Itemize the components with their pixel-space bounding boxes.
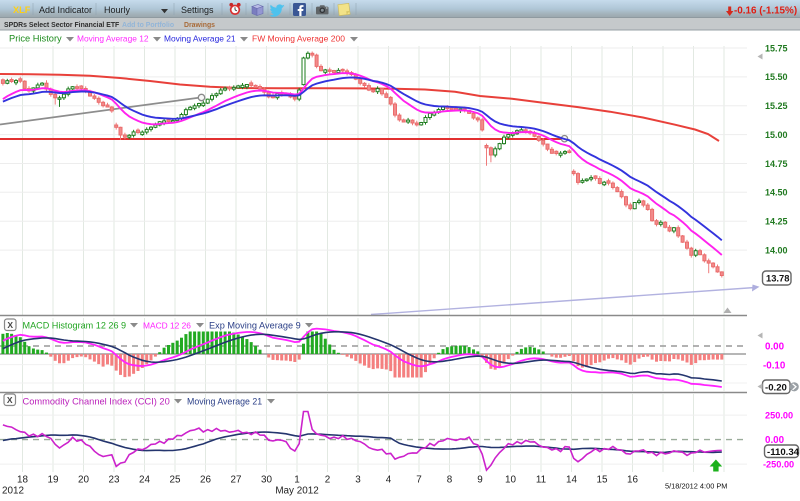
svg-text:-0.16 (-1.15%): -0.16 (-1.15%) <box>734 5 797 16</box>
svg-text:SPDRs Select Sector Financial: SPDRs Select Sector Financial ETF <box>4 22 119 29</box>
svg-text:26: 26 <box>200 475 211 486</box>
svg-text:FW Moving Average 200: FW Moving Average 200 <box>252 34 345 44</box>
svg-text:-250.00: -250.00 <box>763 459 794 469</box>
svg-text:7: 7 <box>416 475 422 486</box>
svg-text:Settings: Settings <box>181 5 214 15</box>
svg-text:10: 10 <box>505 475 516 486</box>
svg-text:14.50: 14.50 <box>765 188 788 198</box>
svg-text:15: 15 <box>597 475 608 486</box>
svg-text:X: X <box>7 395 13 405</box>
svg-text:Moving Average 21: Moving Average 21 <box>187 397 262 407</box>
svg-text:-110.34: -110.34 <box>767 447 800 458</box>
svg-text:Commodity Channel Index (CCI): Commodity Channel Index (CCI) 20 <box>23 397 170 407</box>
svg-text:Add to Portfolio: Add to Portfolio <box>122 22 174 29</box>
svg-text:X: X <box>7 320 13 330</box>
svg-text:250.00: 250.00 <box>765 410 793 420</box>
svg-text:27: 27 <box>231 475 242 486</box>
svg-text:14.00: 14.00 <box>765 245 788 255</box>
svg-text:24: 24 <box>139 475 150 486</box>
svg-text:Add Indicator: Add Indicator <box>39 5 92 15</box>
svg-text:15.00: 15.00 <box>765 130 788 140</box>
svg-text:15.75: 15.75 <box>765 43 788 53</box>
svg-text:Moving Average 12: Moving Average 12 <box>77 34 149 44</box>
svg-text:8: 8 <box>447 475 453 486</box>
svg-text:0.00: 0.00 <box>765 341 785 352</box>
svg-text:Price History: Price History <box>9 34 62 44</box>
svg-text:MACD 12 26: MACD 12 26 <box>143 321 191 331</box>
svg-text:15.50: 15.50 <box>765 72 788 82</box>
svg-text:5/18/2012 4:00 PM: 5/18/2012 4:00 PM <box>665 481 727 490</box>
svg-text:18: 18 <box>17 475 28 486</box>
svg-text:25: 25 <box>170 475 181 486</box>
svg-text:Exp Moving Average 9: Exp Moving Average 9 <box>209 321 301 331</box>
svg-text:-0.10: -0.10 <box>763 360 786 371</box>
svg-text:15.25: 15.25 <box>765 101 788 111</box>
svg-text:Hourly: Hourly <box>104 5 131 15</box>
svg-text:1: 1 <box>294 475 300 486</box>
svg-text:14.75: 14.75 <box>765 159 788 169</box>
svg-text:4: 4 <box>386 475 392 486</box>
svg-text:11: 11 <box>536 475 547 486</box>
svg-text:May 2012: May 2012 <box>275 486 318 497</box>
svg-text:19: 19 <box>48 475 59 486</box>
svg-text:XLF: XLF <box>13 5 31 15</box>
svg-text:MACD Histogram 12 26 9: MACD Histogram 12 26 9 <box>23 321 127 331</box>
svg-text:14: 14 <box>566 475 577 486</box>
svg-text:0.00: 0.00 <box>765 435 785 446</box>
svg-text:-0.20: -0.20 <box>765 382 787 393</box>
svg-text:23: 23 <box>109 475 120 486</box>
svg-text:2012: 2012 <box>2 486 24 497</box>
svg-text:30: 30 <box>261 475 272 486</box>
svg-text:13.78: 13.78 <box>766 273 789 284</box>
svg-text:Moving Average 21: Moving Average 21 <box>164 34 236 44</box>
svg-text:16: 16 <box>627 475 638 486</box>
svg-text:14.25: 14.25 <box>765 217 788 227</box>
svg-text:2: 2 <box>325 475 331 486</box>
svg-text:9: 9 <box>477 475 483 486</box>
svg-text:3: 3 <box>355 475 361 486</box>
svg-text:Drawings: Drawings <box>184 22 215 29</box>
svg-text:20: 20 <box>78 475 89 486</box>
